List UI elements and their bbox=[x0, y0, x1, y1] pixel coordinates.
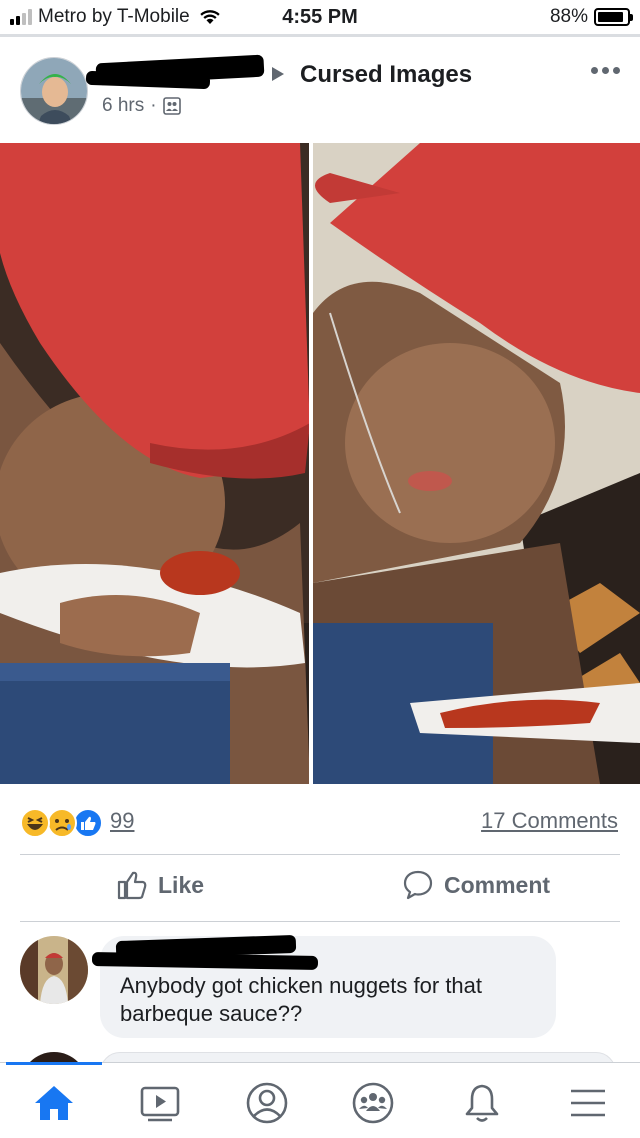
home-icon[interactable] bbox=[30, 1079, 78, 1127]
battery-level bbox=[598, 12, 623, 22]
shared-to-arrow-icon bbox=[272, 67, 284, 81]
menu-icon[interactable] bbox=[564, 1079, 612, 1127]
more-options-icon[interactable] bbox=[591, 67, 620, 74]
battery-icon bbox=[594, 8, 633, 26]
author-avatar[interactable] bbox=[20, 57, 88, 125]
status-bar: Metro by T-Mobile 4:55 PM 88% bbox=[0, 0, 640, 36]
comment-button[interactable]: Comment bbox=[402, 869, 550, 901]
nav-active-indicator bbox=[6, 1062, 102, 1065]
clock: 4:55 PM bbox=[282, 6, 358, 28]
commenter-name-redacted-stroke bbox=[91, 952, 319, 970]
battery-percent: 88% bbox=[549, 6, 588, 27]
bottom-nav bbox=[0, 1062, 640, 1138]
post-actions: Like Comment bbox=[0, 855, 640, 921]
commenter-avatar[interactable] bbox=[20, 936, 88, 1004]
profile-icon[interactable] bbox=[243, 1079, 291, 1127]
haha-icon bbox=[20, 808, 50, 838]
comment-bubble[interactable]: Anybody got chicken nuggets for that bar… bbox=[91, 934, 556, 1038]
thumbs-up-icon bbox=[117, 871, 147, 900]
reaction-count[interactable]: 99 bbox=[110, 808, 134, 834]
battery-group: 88% bbox=[549, 6, 633, 28]
groups-icon[interactable] bbox=[349, 1079, 397, 1127]
video-icon[interactable] bbox=[136, 1079, 184, 1127]
reaction-icons[interactable] bbox=[20, 808, 104, 838]
sad-icon bbox=[47, 808, 77, 838]
group-name[interactable]: Cursed Images bbox=[300, 61, 472, 89]
like-label: Like bbox=[158, 871, 205, 898]
post-photo[interactable] bbox=[0, 143, 640, 784]
post-meta: 6 hrs · bbox=[102, 95, 181, 117]
like-button[interactable]: Like bbox=[116, 869, 204, 901]
post-header: Cursed Images 6 hrs · bbox=[0, 37, 640, 143]
notifications-icon[interactable] bbox=[458, 1079, 506, 1127]
photo-right-panel bbox=[313, 143, 640, 784]
comments-count[interactable]: 17 Comments bbox=[481, 808, 618, 834]
post-time[interactable]: 6 hrs bbox=[102, 95, 144, 117]
photo-left-panel bbox=[0, 143, 310, 784]
group-icon bbox=[162, 97, 181, 115]
comment-text: Anybody got chicken nuggets for that bar… bbox=[120, 973, 483, 1026]
reactions-row: 99 17 Comments bbox=[0, 800, 640, 844]
like-icon bbox=[73, 808, 103, 838]
author-name-redacted-stroke bbox=[85, 70, 211, 90]
meta-separator: · bbox=[150, 95, 157, 116]
comment-label: Comment bbox=[444, 871, 551, 898]
actions-divider bbox=[20, 921, 620, 922]
comment-bubble-icon bbox=[403, 870, 433, 900]
